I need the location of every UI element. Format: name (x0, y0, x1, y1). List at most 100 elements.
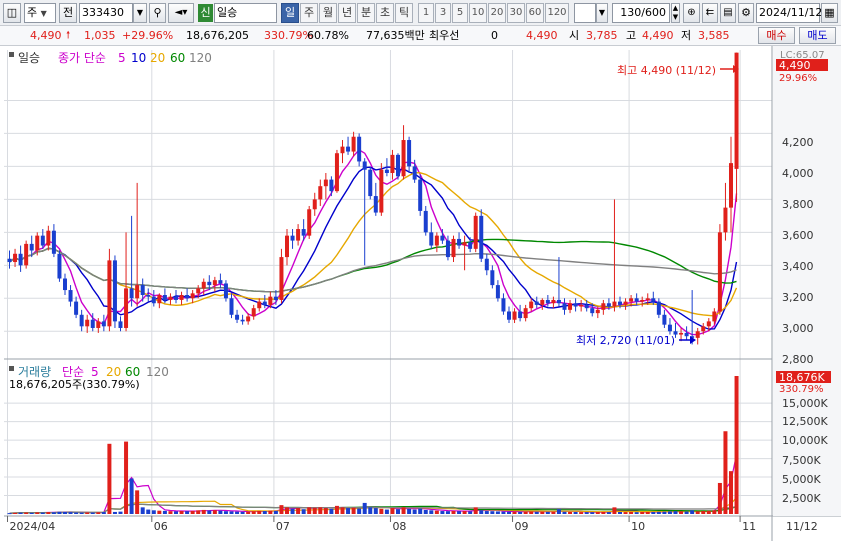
tab-second[interactable]: 초 (376, 3, 394, 23)
save-icon[interactable]: ▤ (720, 3, 736, 23)
volume-bar (695, 511, 700, 514)
legend-ma-10: 10 (131, 51, 146, 65)
candle-body (717, 232, 722, 312)
sell-button[interactable]: 매도 (799, 27, 836, 44)
stock-chart[interactable]: 일승 종가 단순 5 10 20 60 120 4,200 4,000 3,80… (0, 46, 841, 541)
volume-bar (684, 511, 689, 514)
price-tick: 4,000 (782, 167, 814, 180)
candle-body (706, 321, 711, 327)
candle-body (651, 298, 656, 302)
volume-bar (279, 505, 284, 514)
candle-body (695, 331, 700, 338)
candle-body (412, 166, 417, 180)
tab-year[interactable]: 년 (338, 3, 356, 23)
candle-body (462, 242, 467, 246)
candle-body (612, 301, 617, 307)
volume-bar (63, 511, 67, 514)
unit-10[interactable]: 10 (469, 3, 487, 23)
volume-bar (551, 511, 556, 514)
tab-week[interactable]: 주 (300, 3, 318, 23)
volume-bar (90, 512, 95, 514)
calendar-icon[interactable]: ▦ (821, 3, 838, 23)
candle-body (185, 295, 190, 299)
volume-bar (396, 509, 400, 514)
price-value: 4,490 (30, 29, 62, 42)
volume-bar (401, 507, 406, 514)
date-label: 2024/04 (10, 520, 56, 533)
volume-bar (468, 511, 473, 514)
unit-60[interactable]: 60 (526, 3, 544, 23)
unit-input[interactable] (574, 3, 596, 23)
price-tick: 3,000 (782, 322, 814, 335)
volume-bar (529, 511, 534, 514)
stock-name-field[interactable]: 일승 (214, 3, 277, 23)
volume-bar (690, 510, 695, 514)
unit-20[interactable]: 20 (488, 3, 506, 23)
volume-bar (618, 512, 622, 514)
date-label: 08 (392, 520, 406, 533)
candle-body (368, 169, 373, 197)
volume-bar (51, 512, 56, 514)
unit-5[interactable]: 5 (452, 3, 468, 23)
candle-body (445, 240, 450, 258)
gear-icon[interactable]: ⚙ (738, 3, 754, 23)
volume-bar (218, 510, 223, 514)
search-icon[interactable]: ⚲ (149, 3, 166, 23)
window-icon[interactable]: ◫ (3, 3, 21, 23)
volume-bar (734, 376, 739, 514)
volume-bar (445, 511, 450, 514)
volume-bar (40, 512, 45, 514)
volume-bar (384, 509, 389, 514)
volume-bar (390, 508, 395, 514)
stepper-icon[interactable]: ▲ ▼ (671, 3, 680, 23)
code-dropdown[interactable]: ▼ (133, 3, 147, 23)
volume-bar (46, 512, 51, 514)
tab-month[interactable]: 월 (319, 3, 337, 23)
unit-3[interactable]: 3 (435, 3, 451, 23)
code-input[interactable]: 333430 (79, 3, 133, 23)
volume-bar (124, 441, 129, 514)
candle-body (373, 196, 378, 213)
volume-bar (518, 511, 523, 514)
unit-30[interactable]: 30 (507, 3, 525, 23)
compare-icon[interactable]: ⇇ (702, 3, 718, 23)
candle-body (146, 295, 151, 297)
candle-body (457, 238, 462, 246)
volume-bar (35, 512, 40, 514)
volume-bar (246, 511, 251, 514)
count-input[interactable]: 130/600 (612, 3, 670, 23)
speaker-icon[interactable]: ◄▾ (168, 3, 194, 23)
indicator-icon[interactable]: ⊕ (683, 3, 700, 23)
volume-bar (129, 478, 134, 514)
tab-minute[interactable]: 분 (357, 3, 375, 23)
volume-bar (340, 507, 345, 514)
candle-body (407, 140, 412, 167)
unit-dropdown[interactable]: ▼ (596, 3, 608, 23)
candle-body (523, 308, 528, 319)
volume-bar (457, 511, 462, 514)
candle-body (85, 319, 90, 327)
unit-1[interactable]: 1 (418, 3, 434, 23)
tab-tick[interactable]: 틱 (395, 3, 413, 23)
volume-legend-ma-60: 60 (125, 365, 140, 379)
volume-bar (296, 508, 301, 514)
volume-bar (212, 510, 217, 514)
buy-button[interactable]: 매수 (758, 27, 795, 44)
market-select[interactable]: 주 ▼ (24, 3, 56, 23)
candle-body (629, 298, 634, 302)
unit-120[interactable]: 120 (545, 3, 569, 23)
candle-body (196, 288, 201, 294)
volume-bar (479, 510, 484, 514)
candle-body (534, 301, 539, 305)
candle-body (590, 308, 595, 314)
date-label: 11 (742, 520, 756, 533)
candle-body (556, 299, 561, 304)
date-input[interactable]: 2024/11/12 (756, 3, 822, 23)
volume-bar (568, 511, 573, 514)
candle-body (662, 314, 667, 325)
tab-day[interactable]: 일 (281, 3, 299, 23)
volume-bar (429, 510, 434, 514)
minute-unit-buttons: 1 3 5 10 20 30 60 120 (418, 3, 572, 23)
legend-ma-120: 120 (189, 51, 212, 65)
prev-button[interactable]: 전 (59, 3, 77, 23)
